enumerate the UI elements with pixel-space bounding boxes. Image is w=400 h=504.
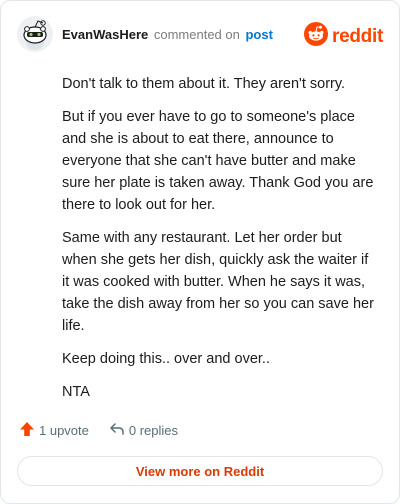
- comment-body: Don't talk to them about it. They aren't…: [62, 73, 377, 414]
- reddit-wordmark: reddit: [332, 25, 383, 47]
- reddit-brand[interactable]: reddit: [304, 22, 383, 51]
- reply-stat[interactable]: 0 replies: [109, 421, 178, 440]
- reply-count: 0 replies: [128, 423, 179, 438]
- comment-byline: EvanWasHere commented on post: [62, 27, 273, 42]
- comment-embed-card: EvanWasHere commented on post reddit Don…: [0, 0, 400, 504]
- comment-paragraph: Don't talk to them about it. They aren't…: [62, 76, 346, 92]
- comment-paragraph: Same with any restaurant. Let her order …: [62, 230, 374, 334]
- comment-paragraph: NTA: [62, 384, 90, 400]
- reddit-logo-icon: [304, 22, 329, 51]
- action-text: commented on: [153, 26, 240, 42]
- upvote-stat[interactable]: 1 upvote: [19, 421, 89, 440]
- comment-paragraph: But if you ever have to go to someone's …: [62, 109, 374, 213]
- comment-paragraph: Keep doing this.. over and over..: [62, 351, 270, 367]
- upvote-count: 1 upvote: [39, 423, 89, 438]
- post-link[interactable]: post: [245, 27, 272, 42]
- view-more-button[interactable]: View more on Reddit: [17, 456, 383, 486]
- snoo-avatar-icon[interactable]: [17, 16, 53, 52]
- comment-header: EvanWasHere commented on post reddit: [17, 16, 383, 52]
- comment-footer: 1 upvote 0 replies: [19, 421, 198, 440]
- author-name[interactable]: EvanWasHere: [62, 27, 148, 42]
- upvote-arrow-icon[interactable]: [19, 421, 35, 440]
- reply-arrow-icon[interactable]: [109, 421, 125, 440]
